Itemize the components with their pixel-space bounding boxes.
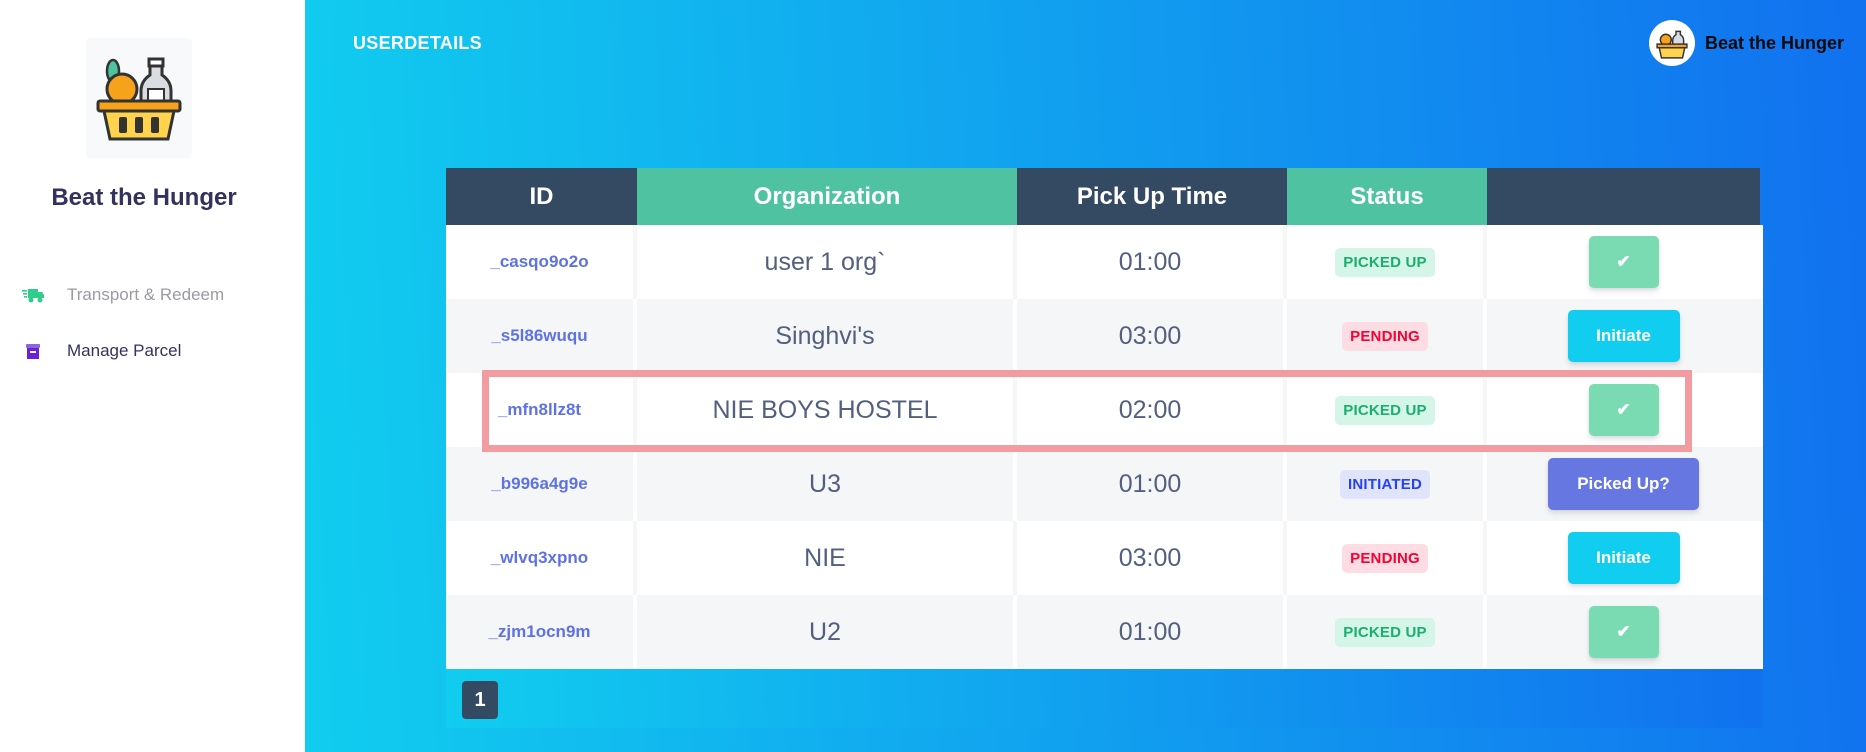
table-footer: 1	[446, 669, 1763, 728]
table-header: ID Organization Pick Up Time Status	[446, 168, 1760, 225]
row-organization: Singhvi's	[775, 321, 875, 350]
row-pickup-time: 03:00	[1118, 543, 1182, 572]
column-header-pickup-time: Pick Up Time	[1017, 168, 1287, 225]
row-organization: U2	[809, 617, 841, 646]
check-button[interactable]: ✔	[1588, 384, 1659, 436]
table-row: _zjm1ocn9m U2 01:00 PICKED UP ✔	[446, 595, 1763, 669]
table-row: _mfn8llz8t NIE BOYS HOSTEL 02:00 PICKED …	[446, 373, 1763, 447]
initiate-button[interactable]: Initiate	[1567, 532, 1680, 584]
table-row: _casqo9o2o user 1 org` 01:00 PICKED UP ✔	[446, 225, 1763, 299]
row-pickup-time: 01:00	[1118, 469, 1182, 498]
basket-logo-icon	[96, 57, 182, 141]
table-row: _wlvq3xpno NIE 03:00 PENDING Initiate	[446, 521, 1763, 595]
sidebar-item-label: Transport & Redeem	[67, 285, 225, 304]
parcel-table-card: ID Organization Pick Up Time Status _cas…	[441, 168, 1866, 728]
sidebar-item-manage-parcel[interactable]: Manage Parcel	[22, 340, 181, 362]
check-button[interactable]: ✔	[1588, 606, 1659, 658]
picked-up-button[interactable]: Picked Up?	[1548, 458, 1699, 510]
sidebar-item-label: Manage Parcel	[67, 341, 182, 360]
status-badge: PICKED UP	[1335, 247, 1435, 277]
row-id-link[interactable]: _mfn8llz8t	[498, 400, 581, 420]
row-id-link[interactable]: _b996a4g9e	[491, 474, 587, 494]
row-pickup-time: 01:00	[1118, 617, 1182, 646]
table-body: _casqo9o2o user 1 org` 01:00 PICKED UP ✔…	[446, 225, 1763, 669]
sidebar: Beat the Hunger Transport & Redeem Manag…	[0, 0, 305, 752]
column-header-action	[1487, 168, 1760, 225]
table-row: _b996a4g9e U3 01:00 INITIATED Picked Up?	[446, 447, 1763, 521]
status-badge: PENDING	[1342, 543, 1428, 573]
truck-icon	[22, 284, 44, 306]
avatar	[1648, 20, 1695, 66]
row-pickup-time: 02:00	[1118, 395, 1182, 424]
row-organization: user 1 org`	[764, 247, 886, 276]
check-button[interactable]: ✔	[1588, 236, 1659, 288]
main-content: USERDETAILS Beat the Hunger ID Organizat…	[305, 0, 1866, 752]
brand-name: Beat the Hunger	[51, 184, 237, 211]
column-header-status: Status	[1287, 168, 1487, 225]
column-header-id: ID	[446, 168, 637, 225]
pagination-page-button[interactable]: 1	[462, 681, 498, 719]
row-pickup-time: 03:00	[1118, 321, 1182, 350]
sidebar-item-transport-redeem[interactable]: Transport & Redeem	[22, 284, 224, 306]
initiate-button[interactable]: Initiate	[1567, 310, 1680, 362]
row-id-link[interactable]: _wlvq3xpno	[491, 548, 588, 568]
status-badge: PICKED UP	[1335, 617, 1435, 647]
parcel-icon	[22, 340, 44, 362]
user-name: Beat the Hunger	[1704, 32, 1844, 53]
status-badge: PENDING	[1342, 321, 1428, 351]
status-badge: PICKED UP	[1335, 395, 1435, 425]
user-menu[interactable]: Beat the Hunger	[1648, 20, 1844, 66]
row-id-link[interactable]: _zjm1ocn9m	[488, 622, 590, 642]
column-header-organization: Organization	[637, 168, 1017, 225]
page-title: USERDETAILS	[353, 33, 482, 53]
row-id-link[interactable]: _s5l86wuqu	[491, 326, 587, 346]
row-organization: NIE	[804, 543, 846, 572]
row-organization: NIE BOYS HOSTEL	[712, 395, 938, 424]
row-organization: U3	[809, 469, 841, 498]
brand-logo	[86, 38, 192, 158]
row-id-link[interactable]: _casqo9o2o	[490, 252, 588, 272]
basket-avatar-icon	[1656, 30, 1688, 59]
row-pickup-time: 01:00	[1118, 247, 1182, 276]
status-badge: INITIATED	[1339, 469, 1431, 499]
table-row: _s5l86wuqu Singhvi's 03:00 PENDING Initi…	[446, 299, 1763, 373]
